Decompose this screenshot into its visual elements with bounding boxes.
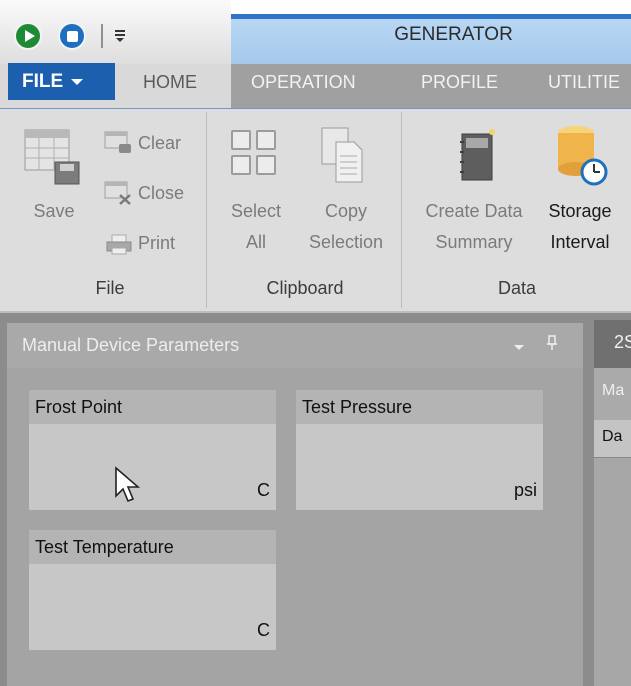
tab-home[interactable]: HOME: [143, 72, 197, 93]
test-temperature-label: Test Temperature: [29, 530, 276, 564]
document-subheader-label: Ma: [602, 382, 625, 399]
test-temperature-field[interactable]: Test Temperature C: [29, 530, 276, 650]
frost-point-unit: C: [257, 480, 270, 500]
select-all-label-1: Select: [230, 201, 282, 221]
pin-glyph: [547, 335, 557, 350]
mouse-cursor-icon: [115, 466, 141, 503]
test-pressure-unit: psi: [513, 480, 537, 500]
create-data-summary-label-2: Summary: [435, 232, 513, 252]
printer-icon: [106, 234, 132, 255]
save-label: Save: [33, 201, 75, 221]
panel-title: Manual Device Parameters: [22, 335, 240, 355]
create-data-summary-label-1: Create Data: [425, 201, 523, 221]
close-file-icon: [104, 181, 131, 205]
group-label-data: Data: [497, 278, 537, 298]
select-all-icon-part: [256, 155, 276, 175]
clear-icon: [104, 131, 131, 153]
close-button[interactable]: Close: [104, 178, 200, 210]
storage-interval-label-1: Storage: [548, 201, 612, 221]
start-button[interactable]: [14, 22, 42, 50]
pin-icon[interactable]: [546, 335, 558, 356]
customize-toolbar-icon[interactable]: [112, 25, 128, 45]
stop-button[interactable]: [58, 22, 86, 50]
tab-utilities[interactable]: UTILITIE: [548, 72, 620, 93]
frost-point-field[interactable]: Frost Point C: [29, 390, 276, 510]
document-grid: [594, 458, 631, 686]
document-column-header: Da: [594, 420, 631, 458]
panel-dropdown-icon[interactable]: [514, 345, 524, 350]
save-button[interactable]: Save: [20, 124, 88, 270]
select-all-icon-part: [231, 155, 251, 175]
copy-selection-label-2: Selection: [308, 232, 384, 252]
copy-selection-label-1: Copy: [324, 201, 368, 221]
tab-file[interactable]: FILE: [8, 63, 115, 100]
copy-icon: [321, 127, 363, 183]
test-temperature-unit: C: [257, 620, 270, 640]
copy-selection-button[interactable]: Copy Selection: [298, 124, 394, 270]
group-label-file: File: [95, 278, 125, 298]
document-tab-label: 2S: [614, 332, 631, 352]
select-all-button[interactable]: Select All: [214, 124, 298, 270]
select-all-label-2: All: [245, 232, 266, 252]
storage-interval-label-2: Interval: [550, 232, 610, 252]
select-all-icon-part: [256, 130, 276, 150]
play-icon: [24, 30, 35, 42]
chevron-down-icon: [71, 78, 84, 85]
clear-label: Clear: [138, 133, 182, 153]
group-separator: [401, 112, 402, 308]
document-subheader: Ma: [594, 368, 631, 420]
tab-profile[interactable]: PROFILE: [421, 72, 498, 93]
frost-point-label: Frost Point: [29, 390, 276, 424]
print-button[interactable]: Print: [104, 228, 200, 260]
stop-icon: [66, 30, 78, 42]
create-data-summary-button[interactable]: Create Data Summary: [410, 124, 538, 270]
clear-button[interactable]: Clear: [104, 128, 200, 160]
document-tab[interactable]: 2S: [594, 320, 631, 368]
storage-interval-button[interactable]: Storage Interval: [540, 124, 620, 270]
storage-clock-icon: [558, 126, 608, 186]
print-label: Print: [138, 233, 176, 253]
save-icon: [24, 129, 80, 185]
group-label-clipboard: Clipboard: [266, 278, 344, 298]
notebook-icon: [460, 129, 495, 181]
select-all-icon: [231, 130, 251, 150]
customize-toolbar-glyph: [115, 30, 125, 42]
test-pressure-label: Test Pressure: [296, 390, 543, 424]
close-label: Close: [138, 183, 185, 203]
tab-file-label: FILE: [22, 71, 64, 92]
group-separator: [206, 112, 207, 308]
window-title: GENERATOR: [394, 24, 513, 45]
toolbar-separator: [101, 24, 103, 48]
document-column-label: Da: [602, 428, 623, 445]
tab-operation[interactable]: OPERATION: [251, 72, 356, 93]
test-pressure-field[interactable]: Test Pressure psi: [296, 390, 543, 510]
